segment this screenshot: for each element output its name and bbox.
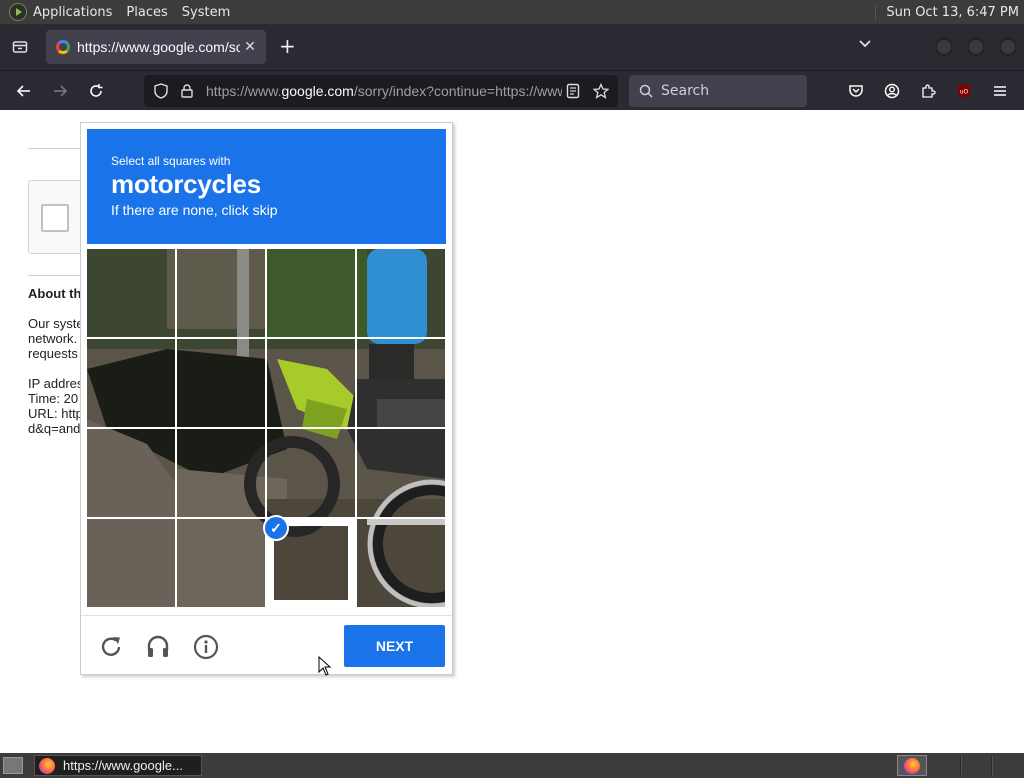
challenge-tile[interactable] [357, 429, 445, 517]
url-text[interactable]: https://www.google.com/sorry/index?conti… [206, 83, 562, 99]
recaptcha-challenge-popup: Select all squares with motorcycles If t… [80, 122, 453, 675]
request-details: IP addres Time: 20 URL: http d&q=and [28, 376, 84, 436]
challenge-tile[interactable] [357, 249, 445, 337]
next-button[interactable]: NEXT [344, 625, 445, 667]
taskbar-window-title: https://www.google... [63, 758, 183, 773]
challenge-tile[interactable] [267, 429, 355, 517]
menu-places[interactable]: Places [126, 5, 167, 20]
about-heading: About th [28, 286, 82, 301]
challenge-tile[interactable]: ✓ [267, 519, 355, 607]
page-content: About th Our syste network. requests IP … [0, 110, 1024, 753]
pocket-icon[interactable] [844, 79, 868, 103]
challenge-tile[interactable] [87, 519, 175, 607]
top-panel: Applications Places System Sun Oct 13, 6… [0, 0, 1024, 24]
menu-system[interactable]: System [182, 5, 230, 20]
not-a-robot-checkbox[interactable] [41, 204, 69, 232]
account-icon[interactable] [880, 79, 904, 103]
challenge-tile[interactable] [267, 339, 355, 427]
reload-icon[interactable] [84, 79, 108, 103]
back-icon[interactable] [12, 79, 36, 103]
extensions-icon[interactable] [916, 79, 940, 103]
challenge-tile[interactable] [177, 339, 265, 427]
distro-logo-icon[interactable] [9, 3, 27, 21]
tile-selected-check-icon: ✓ [263, 515, 289, 541]
clock[interactable]: Sun Oct 13, 6:47 PM [875, 4, 1019, 20]
help-info-icon[interactable] [192, 633, 220, 661]
svg-text:uO: uO [960, 89, 969, 96]
challenge-image-grid: ✓ [87, 249, 447, 609]
new-tab-icon[interactable]: + [279, 36, 296, 56]
tab-strip: https://www.google.com/sorry/index?conti… [0, 24, 1024, 70]
bookmark-star-icon[interactable] [590, 83, 612, 99]
reader-view-icon[interactable] [562, 83, 584, 99]
challenge-tile[interactable] [87, 339, 175, 427]
close-tab-icon[interactable]: ✕ [240, 39, 260, 55]
challenge-tile[interactable] [267, 249, 355, 337]
tab-title: https://www.google.com/sorry/index?conti… [77, 39, 240, 55]
show-desktop-icon[interactable] [3, 757, 23, 774]
bottom-taskbar: https://www.google... [0, 753, 1024, 778]
footer-divider [81, 615, 452, 616]
mouse-cursor-icon [318, 656, 332, 676]
reload-challenge-icon[interactable] [97, 633, 125, 661]
google-favicon-icon [56, 40, 70, 54]
challenge-tile[interactable] [177, 249, 265, 337]
workspace-switcher-firefox-icon[interactable] [897, 755, 927, 776]
list-all-tabs-icon[interactable] [858, 38, 872, 52]
challenge-tile[interactable] [87, 429, 175, 517]
audio-challenge-icon[interactable] [144, 633, 172, 661]
challenge-header: Select all squares with motorcycles If t… [87, 129, 446, 244]
workspace-divider [960, 756, 962, 775]
url-bar[interactable]: https://www.google.com/sorry/index?conti… [144, 75, 618, 107]
firefox-view-icon[interactable] [8, 35, 32, 59]
lock-icon[interactable] [178, 82, 196, 100]
challenge-tile[interactable] [177, 519, 265, 607]
challenge-tile[interactable] [177, 429, 265, 517]
maximize-window-icon[interactable] [967, 38, 985, 56]
tab-active[interactable]: https://www.google.com/sorry/index?conti… [46, 30, 266, 64]
about-paragraph: Our syste network. requests [28, 316, 84, 361]
search-icon [639, 84, 653, 98]
close-window-icon[interactable] [999, 38, 1017, 56]
ublock-origin-icon[interactable]: uO [952, 79, 976, 103]
search-placeholder: Search [661, 83, 710, 99]
divider [28, 148, 88, 149]
challenge-tile[interactable] [87, 249, 175, 337]
firefox-icon [39, 757, 55, 774]
forward-icon[interactable] [48, 79, 72, 103]
tracking-protection-shield-icon[interactable] [152, 82, 170, 100]
hamburger-menu-icon[interactable] [988, 79, 1012, 103]
workspace-divider [991, 756, 993, 775]
challenge-hint: If there are none, click skip [111, 202, 278, 218]
search-bar[interactable]: Search [629, 75, 807, 107]
navigation-toolbar: https://www.google.com/sorry/index?conti… [0, 70, 1024, 110]
minimize-window-icon[interactable] [935, 38, 953, 56]
menu-applications[interactable]: Applications [33, 5, 112, 20]
challenge-tile[interactable] [357, 339, 445, 427]
challenge-target: motorcycles [111, 169, 261, 199]
challenge-instruction: Select all squares with [111, 154, 231, 168]
recaptcha-anchor [28, 180, 88, 254]
taskbar-window-firefox[interactable]: https://www.google... [34, 755, 202, 776]
divider [28, 275, 88, 276]
challenge-tile[interactable] [357, 519, 445, 607]
